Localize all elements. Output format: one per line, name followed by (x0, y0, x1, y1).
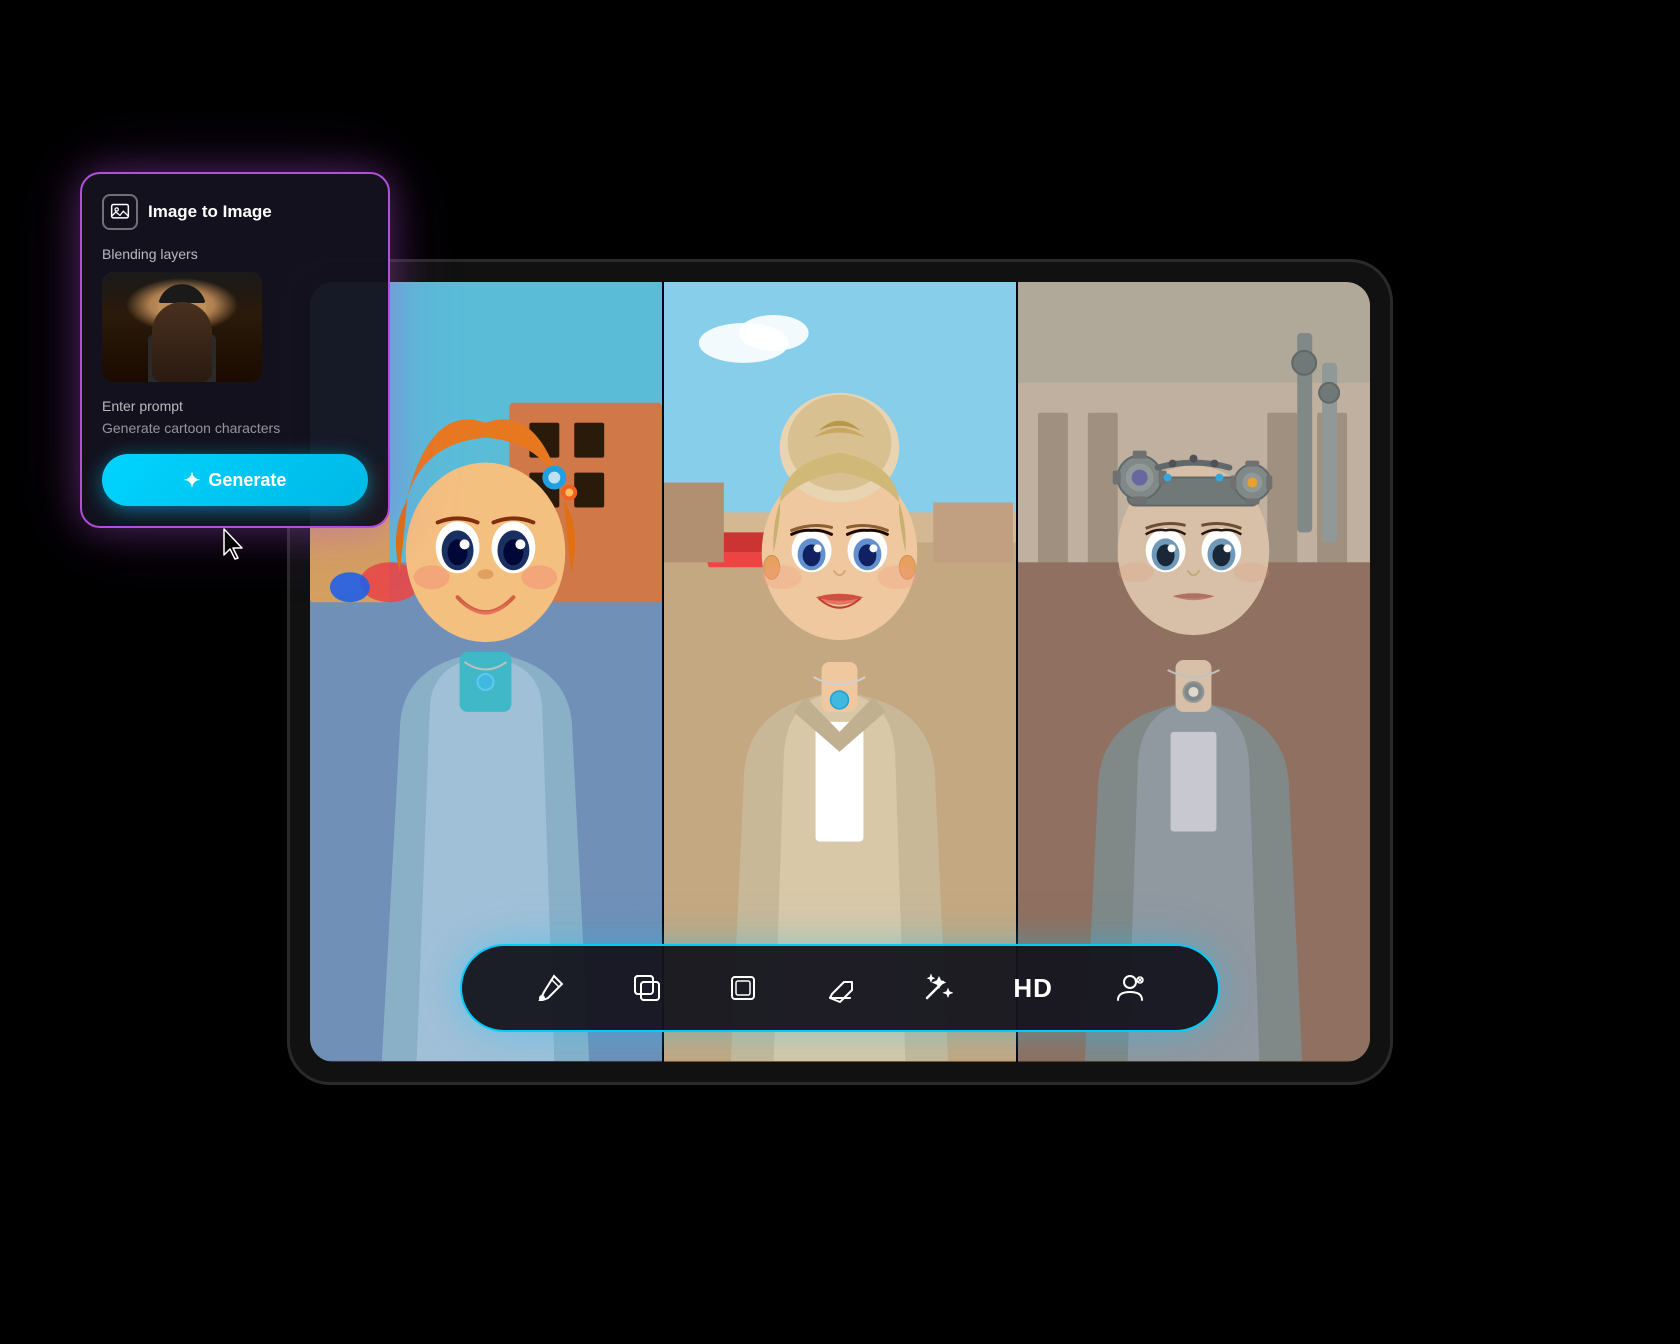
device-inner: HD (310, 282, 1370, 1062)
hd-label: HD (1013, 973, 1053, 1004)
cursor-pointer (220, 527, 248, 568)
brush-icon (534, 972, 566, 1004)
prompt-label: Enter prompt (102, 398, 368, 414)
device-frame: HD (290, 262, 1390, 1082)
blending-image-preview[interactable] (102, 272, 262, 382)
image-to-image-icon (110, 202, 130, 222)
magic-icon (921, 972, 953, 1004)
blending-label: Blending layers (102, 246, 368, 262)
preview-head (158, 284, 206, 332)
image-to-image-card: Image to Image Blending layers Enter pro… (80, 172, 390, 528)
generate-star-icon: ✦ (184, 468, 201, 493)
card-header-icon (102, 194, 138, 230)
brush-tool-button[interactable] (524, 962, 576, 1014)
toolbar: HD (460, 944, 1220, 1032)
crop-icon (727, 972, 759, 1004)
layers-button[interactable] (621, 962, 673, 1014)
eraser-icon (824, 972, 856, 1004)
scene-container: HD (140, 122, 1540, 1222)
hd-button[interactable]: HD (1007, 962, 1059, 1014)
prompt-text: Generate cartoon characters (102, 420, 368, 436)
preview-neon-accent (166, 337, 198, 355)
layers-icon (631, 972, 663, 1004)
magic-wand-button[interactable] (911, 962, 963, 1014)
preview-body (148, 334, 216, 382)
generate-button[interactable]: ✦ Generate (102, 454, 368, 506)
card-title: Image to Image (148, 202, 272, 222)
card-header: Image to Image (102, 194, 368, 230)
generate-label: Generate (208, 470, 286, 491)
person-icon (1114, 972, 1146, 1004)
crop-button[interactable] (717, 962, 769, 1014)
cursor-icon (220, 527, 248, 563)
eraser-button[interactable] (814, 962, 866, 1014)
person-button[interactable] (1104, 962, 1156, 1014)
